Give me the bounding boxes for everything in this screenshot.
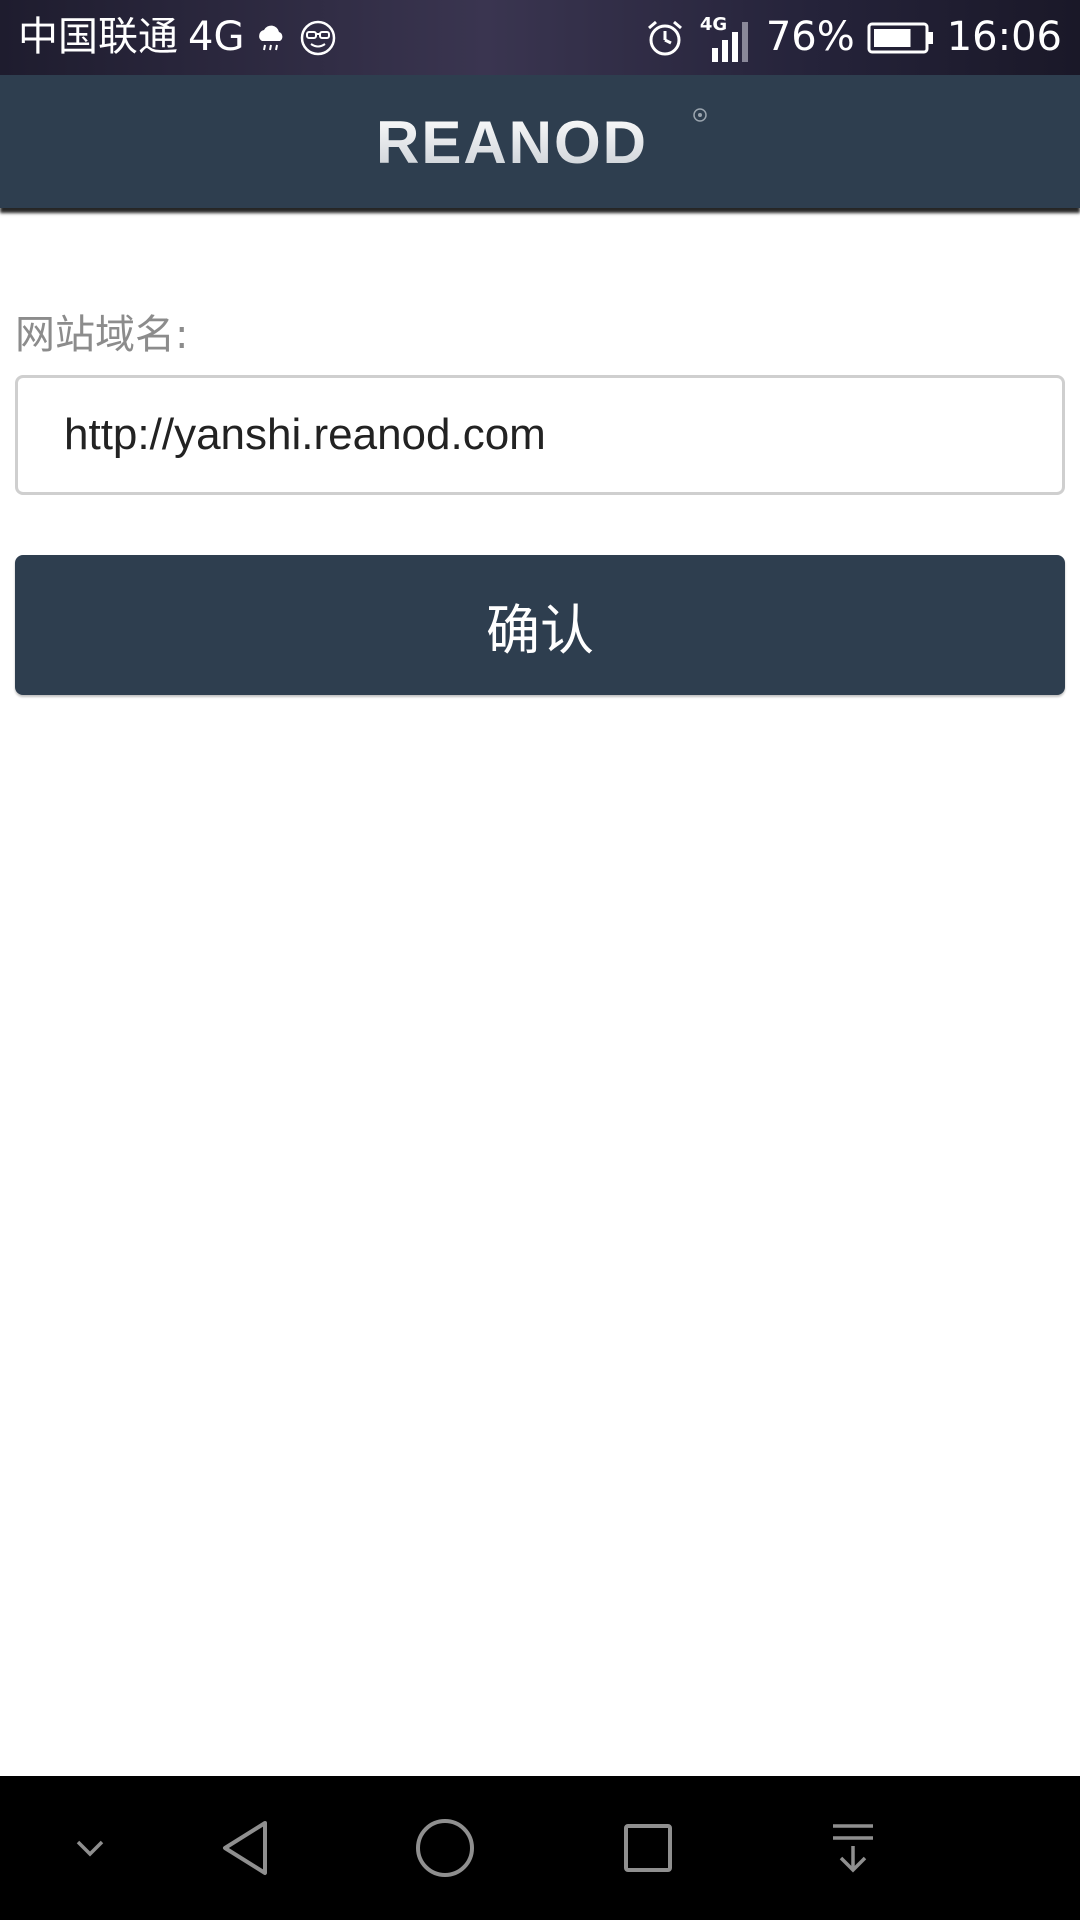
back-triangle-icon[interactable] <box>200 1776 290 1920</box>
sunglasses-face-icon <box>298 18 338 58</box>
alarm-clock-icon <box>644 17 686 59</box>
home-circle-icon[interactable] <box>400 1776 490 1920</box>
battery-percent: 76% <box>765 14 855 60</box>
app-header: REANOD <box>0 75 1080 208</box>
status-time: 16:06 <box>946 14 1062 60</box>
reanod-logo: REANOD <box>376 108 707 175</box>
weather-rain-icon <box>254 21 288 55</box>
logo-text: REANOD <box>376 109 648 175</box>
carrier-name: 中国联通 <box>18 14 178 60</box>
battery-icon <box>867 21 935 55</box>
signal-icon: 4G <box>698 8 754 68</box>
chevron-down-icon[interactable] <box>50 1776 130 1920</box>
domain-label: 网站域名: <box>15 312 189 358</box>
notification-pull-down-icon[interactable] <box>808 1776 898 1920</box>
status-bar: 中国联通 4G 4G 76% 16:06 <box>0 0 1080 75</box>
navigation-bar <box>0 1776 1080 1920</box>
domain-input[interactable] <box>15 375 1065 495</box>
network-type: 4G <box>188 14 245 60</box>
confirm-button[interactable]: 确认 <box>15 555 1065 695</box>
recents-square-icon[interactable] <box>603 1776 693 1920</box>
